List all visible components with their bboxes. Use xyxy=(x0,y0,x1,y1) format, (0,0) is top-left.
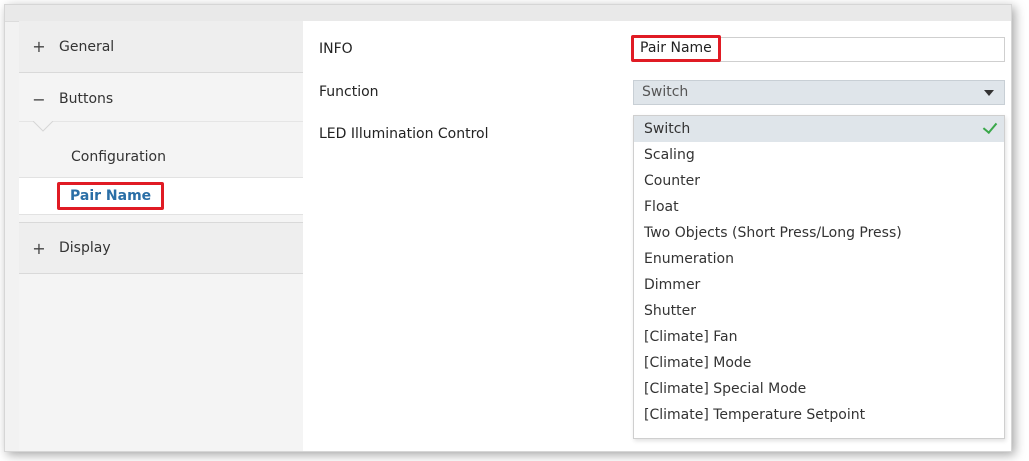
dropdown-option-float[interactable]: Float xyxy=(634,194,1004,220)
parameter-panel: INFO Pair Name Function Switch LED Illum… xyxy=(303,21,1011,451)
function-selected-value: Switch xyxy=(642,84,689,100)
function-label: Function xyxy=(319,84,379,100)
sidebar-item-label: Buttons xyxy=(59,91,114,107)
window-top-bar xyxy=(5,5,1011,22)
dropdown-option-climate-special-mode[interactable]: [Climate] Special Mode xyxy=(634,376,1004,402)
parameter-window: + General − Buttons Configuration Pair N… xyxy=(4,4,1012,452)
option-label: Scaling xyxy=(644,147,695,163)
chevron-down-icon xyxy=(984,90,994,96)
option-label: [Climate] Mode xyxy=(644,355,752,371)
sidebar-item-label: General xyxy=(59,38,115,55)
info-value: Pair Name xyxy=(631,35,721,62)
dropdown-option-two-objects[interactable]: Two Objects (Short Press/Long Press) xyxy=(634,220,1004,246)
option-label: Float xyxy=(644,199,679,215)
dropdown-option-enumeration[interactable]: Enumeration xyxy=(634,246,1004,272)
option-label: Counter xyxy=(644,173,700,189)
sidebar-item-label: Configuration xyxy=(71,149,166,165)
sidebar-item-display[interactable]: + Display xyxy=(19,222,303,274)
dropdown-option-climate-temperature-setpoint[interactable]: [Climate] Temperature Setpoint xyxy=(634,402,1004,428)
dropdown-option-climate-fan[interactable]: [Climate] Fan xyxy=(634,324,1004,350)
dropdown-option-switch[interactable]: Switch xyxy=(634,116,1004,142)
dropdown-option-climate-mode[interactable]: [Climate] Mode xyxy=(634,350,1004,376)
sidebar: + General − Buttons Configuration Pair N… xyxy=(19,21,305,451)
sidebar-item-label: Pair Name xyxy=(57,182,165,210)
option-label: [Climate] Special Mode xyxy=(644,381,807,397)
option-label: Enumeration xyxy=(644,251,734,267)
checkmark-icon xyxy=(982,118,998,135)
sidebar-item-general[interactable]: + General xyxy=(19,21,303,73)
info-label: INFO xyxy=(319,41,353,57)
option-label: Dimmer xyxy=(644,277,701,293)
sidebar-item-configuration[interactable]: Configuration xyxy=(19,137,303,177)
function-select[interactable]: Switch xyxy=(633,80,1005,105)
option-label: Two Objects (Short Press/Long Press) xyxy=(644,225,902,241)
option-label: Shutter xyxy=(644,303,696,319)
function-dropdown-list: Switch Scaling Counter Float Two Objects… xyxy=(633,115,1005,439)
expand-plus-icon: + xyxy=(32,37,46,56)
sidebar-item-label: Display xyxy=(59,240,111,256)
tree-branch-line xyxy=(19,121,303,132)
dropdown-option-counter[interactable]: Counter xyxy=(634,168,1004,194)
sidebar-item-pair-name[interactable]: Pair Name xyxy=(19,177,305,215)
option-label: Switch xyxy=(644,121,691,137)
expand-plus-icon: + xyxy=(32,238,46,258)
dropdown-option-scaling[interactable]: Scaling xyxy=(634,142,1004,168)
option-label: [Climate] Fan xyxy=(644,329,738,345)
led-illumination-label: LED Illumination Control xyxy=(319,126,489,142)
sidebar-item-buttons[interactable]: − Buttons xyxy=(19,73,303,125)
dropdown-option-dimmer[interactable]: Dimmer xyxy=(634,272,1004,298)
collapse-minus-icon: − xyxy=(32,89,46,109)
dropdown-option-shutter[interactable]: Shutter xyxy=(634,298,1004,324)
option-label: [Climate] Temperature Setpoint xyxy=(644,407,866,423)
info-input[interactable]: Pair Name xyxy=(631,35,1005,62)
